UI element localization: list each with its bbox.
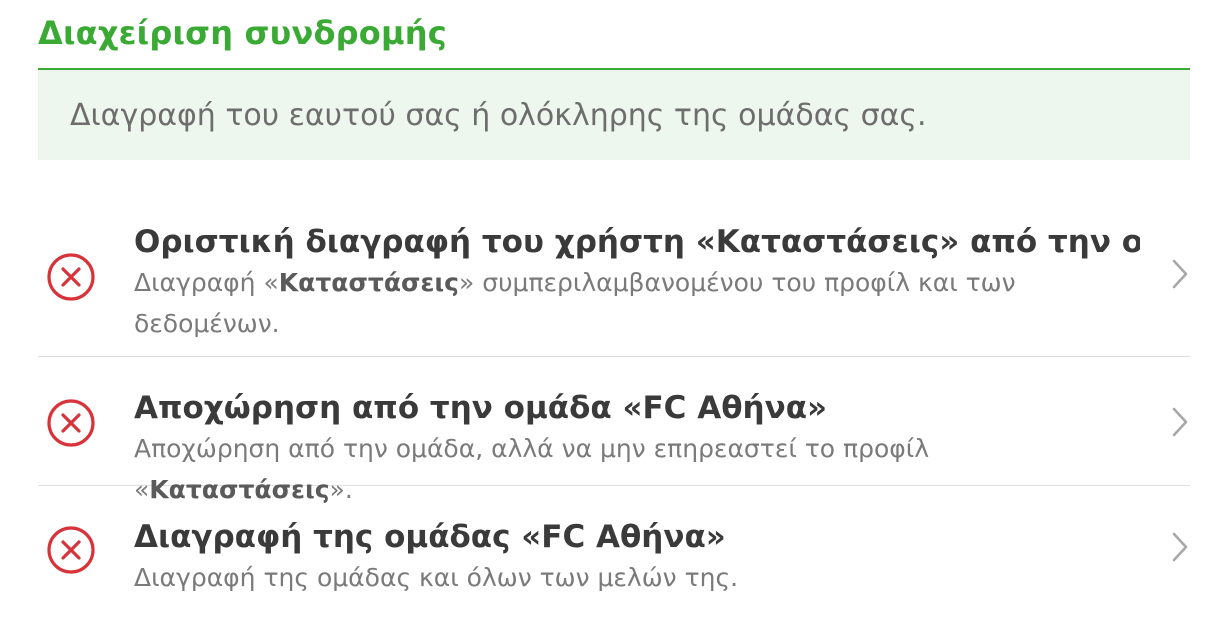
list-item-delete-user[interactable]: Οριστική διαγραφή του χρήστη «Καταστάσει… bbox=[38, 188, 1190, 357]
chevron-right-icon bbox=[1170, 258, 1190, 290]
subscription-management-page: Διαχείριση συνδρομής Διαγραφή του εαυτού… bbox=[0, 0, 1226, 638]
remove-circle-icon bbox=[46, 398, 96, 448]
list-item-leave-team[interactable]: Αποχώρηση από την ομάδα «FC Αθήνα» Αποχώ… bbox=[38, 357, 1190, 504]
info-text: Διαγραφή του εαυτού σας ή ολόκληρης της … bbox=[70, 97, 927, 133]
info-banner: Διαγραφή του εαυτού σας ή ολόκληρης της … bbox=[38, 70, 1190, 160]
actions-list: Οριστική διαγραφή του χρήστη «Καταστάσει… bbox=[38, 188, 1190, 611]
list-item-text: Διαγραφή της ομάδας «FC Αθήνα» Διαγραφή … bbox=[134, 505, 1140, 598]
list-item-description: Διαγραφή «Καταστάσεις» συμπεριλαμβανομέν… bbox=[134, 268, 1016, 338]
chevron-right-icon bbox=[1170, 406, 1190, 438]
remove-circle-icon bbox=[46, 525, 96, 575]
profile-name: Καταστάσεις bbox=[278, 268, 459, 297]
chevron-right-icon bbox=[1170, 531, 1190, 563]
list-item-delete-team[interactable]: Διαγραφή της ομάδας «FC Αθήνα» Διαγραφή … bbox=[38, 486, 1190, 611]
remove-circle-icon bbox=[46, 252, 96, 302]
section-title: Διαχείριση συνδρομής bbox=[38, 14, 447, 52]
list-item-description: Διαγραφή της ομάδας και όλων των μελών τ… bbox=[134, 563, 739, 592]
list-item-text: Οριστική διαγραφή του χρήστη «Καταστάσει… bbox=[134, 210, 1140, 344]
